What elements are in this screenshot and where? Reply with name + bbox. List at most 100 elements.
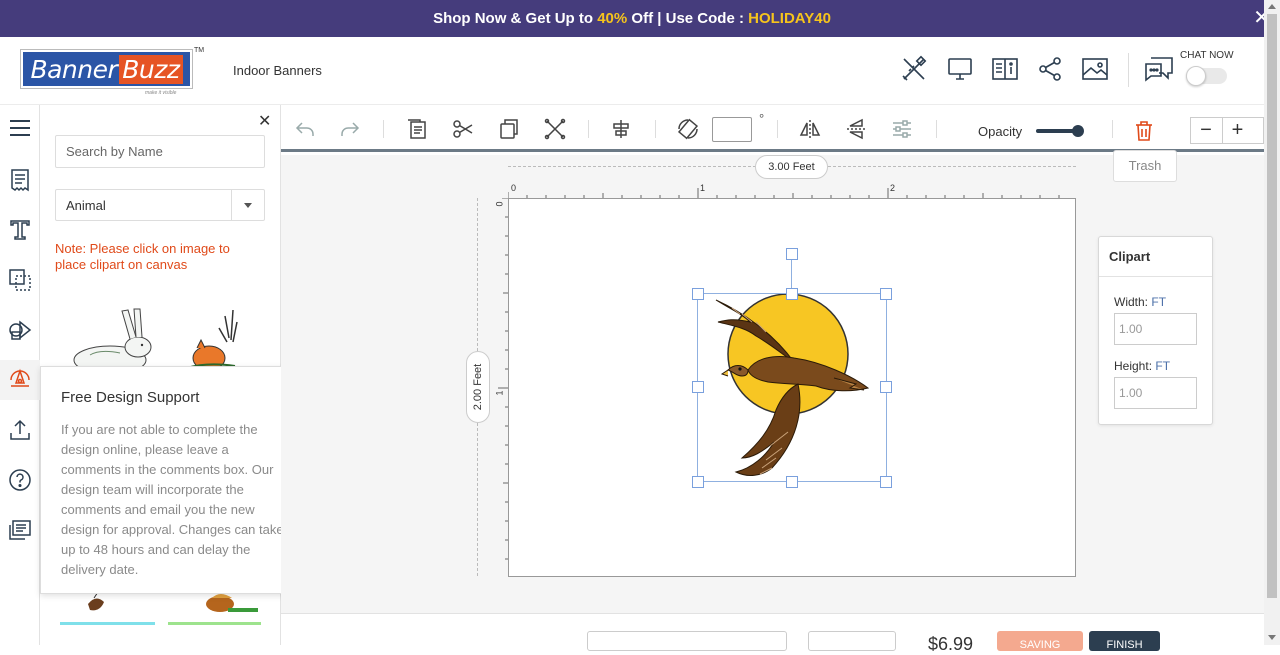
opacity-label: Opacity	[978, 124, 1023, 139]
width-dimension-label: 3.00 Feet	[755, 155, 828, 179]
clipart-panel-title: Clipart	[1099, 237, 1212, 277]
editor-toolbar: ° Opacity − +	[281, 105, 1264, 152]
quantity-select[interactable]	[808, 631, 896, 651]
page-scrollbar[interactable]	[1264, 0, 1280, 645]
popover-body: If you are not able to complete the desi…	[61, 422, 284, 577]
width-input[interactable]	[1114, 313, 1197, 345]
desktop-preview-icon[interactable]	[946, 55, 974, 83]
saving-button[interactable]: SAVING	[997, 631, 1083, 651]
comments-icon[interactable]	[0, 510, 40, 550]
clipart-item[interactable]	[168, 590, 261, 625]
upload-icon[interactable]	[0, 410, 40, 450]
chevron-down-icon[interactable]	[231, 190, 264, 220]
clipart-rabbit[interactable]	[60, 305, 155, 375]
spec-icon[interactable]	[991, 55, 1019, 83]
promo-percent: 40%	[597, 10, 628, 27]
redo-icon[interactable]	[339, 118, 361, 140]
text-icon[interactable]	[0, 210, 40, 250]
undo-icon[interactable]	[294, 118, 316, 140]
layers-icon[interactable]	[0, 260, 40, 300]
trash-tooltip: Trash	[1113, 150, 1177, 182]
image-icon[interactable]	[1081, 55, 1109, 83]
panel-close-button[interactable]: ✕	[258, 111, 271, 131]
product-title: Indoor Banners	[233, 63, 322, 78]
copy-icon[interactable]	[498, 118, 520, 140]
shapes-icon[interactable]	[0, 310, 40, 350]
ruler-top-tick-1: 1	[700, 183, 706, 193]
width-label: Width: FT	[1114, 295, 1167, 309]
promo-banner: Shop Now & Get Up to 40% Off | Use Code …	[0, 0, 1264, 37]
zoom-out-button[interactable]: −	[1191, 118, 1221, 143]
rotation-input[interactable]	[712, 117, 752, 142]
tools-icon[interactable]	[900, 55, 928, 83]
height-dimension-label: 2.00 Feet	[466, 351, 490, 423]
promo-text-before: Shop Now & Get Up to	[433, 10, 598, 27]
ruler-top-tick-0: 0	[511, 183, 517, 193]
size-select[interactable]	[587, 631, 787, 651]
help-icon[interactable]	[0, 460, 40, 500]
clipart-item[interactable]	[60, 590, 155, 625]
scroll-down-icon[interactable]	[1268, 635, 1276, 640]
degree-symbol: °	[759, 111, 765, 126]
top-ruler	[508, 188, 1060, 198]
scroll-up-icon[interactable]	[1268, 4, 1276, 9]
ruler-left-tick-1: 1	[494, 390, 505, 396]
chat-toggle[interactable]	[1186, 66, 1227, 86]
resize-handle-nw[interactable]	[692, 288, 704, 300]
flip-horizontal-icon[interactable]	[799, 118, 821, 140]
delete-icon[interactable]	[544, 118, 566, 140]
clipart-selected-bar	[168, 622, 261, 625]
popover-title: Free Design Support	[61, 389, 200, 406]
footer-bar: $6.99 SAVING FINISH	[281, 613, 1264, 654]
design-support-popover: ✕ Free Design Support If you are not abl…	[40, 366, 310, 594]
resize-handle-sw[interactable]	[692, 476, 704, 488]
promo-code: HOLIDAY40	[748, 10, 831, 27]
trash-icon[interactable]	[1133, 120, 1155, 142]
ruler-top-tick-2: 2	[890, 183, 896, 193]
clipart-icon[interactable]	[0, 360, 40, 400]
width-unit: FT	[1151, 295, 1167, 309]
search-input[interactable]	[55, 135, 265, 168]
resize-handle-ne[interactable]	[880, 288, 892, 300]
logo-banner-text: Banner	[30, 54, 118, 84]
clipart-fox[interactable]	[185, 308, 245, 371]
finish-button[interactable]: FINISH	[1089, 631, 1160, 651]
left-rail	[0, 105, 40, 645]
height-unit: FT	[1155, 359, 1171, 373]
scroll-thumb[interactable]	[1267, 14, 1277, 598]
rotate-icon[interactable]	[677, 118, 699, 140]
cut-icon[interactable]	[452, 118, 474, 140]
opacity-slider-knob[interactable]	[1072, 125, 1084, 137]
category-select[interactable]: Animal	[55, 189, 265, 221]
zoom-control: − +	[1190, 117, 1264, 144]
adjust-icon[interactable]	[891, 118, 913, 140]
clipart-note: Note: Please click on image to place cli…	[55, 241, 230, 272]
clipart-properties-panel: Clipart Width: FT Height: FT	[1098, 236, 1213, 425]
left-ruler	[498, 198, 508, 560]
templates-icon[interactable]	[0, 160, 40, 200]
chat-now-label: CHAT NOW	[1180, 50, 1234, 61]
resize-handle-n[interactable]	[786, 288, 798, 300]
height-dimension-text: 2.00 Feet	[472, 363, 484, 411]
logo-buzz-text: Buzz	[119, 54, 183, 84]
category-value: Animal	[66, 198, 106, 213]
menu-icon[interactable]	[0, 108, 40, 148]
logo[interactable]: Banner Buzz make it visible	[20, 49, 193, 96]
chat-icon[interactable]	[1143, 55, 1175, 83]
header-divider	[1128, 53, 1129, 87]
resize-handle-s[interactable]	[786, 476, 798, 488]
resize-handle-w[interactable]	[692, 381, 704, 393]
paste-icon[interactable]	[406, 118, 428, 140]
share-icon[interactable]	[1036, 55, 1064, 83]
selection-box	[697, 293, 887, 482]
resize-handle-se[interactable]	[880, 476, 892, 488]
header: Banner Buzz make it visible TM Indoor Ban…	[0, 37, 1264, 105]
rotate-handle[interactable]	[786, 248, 798, 260]
opacity-slider[interactable]	[1036, 125, 1084, 137]
logo-trademark: TM	[194, 47, 205, 54]
zoom-in-button[interactable]: +	[1222, 118, 1252, 143]
flip-vertical-icon[interactable]	[845, 118, 867, 140]
resize-handle-e[interactable]	[880, 381, 892, 393]
height-input[interactable]	[1114, 377, 1197, 409]
align-icon[interactable]	[610, 118, 632, 140]
